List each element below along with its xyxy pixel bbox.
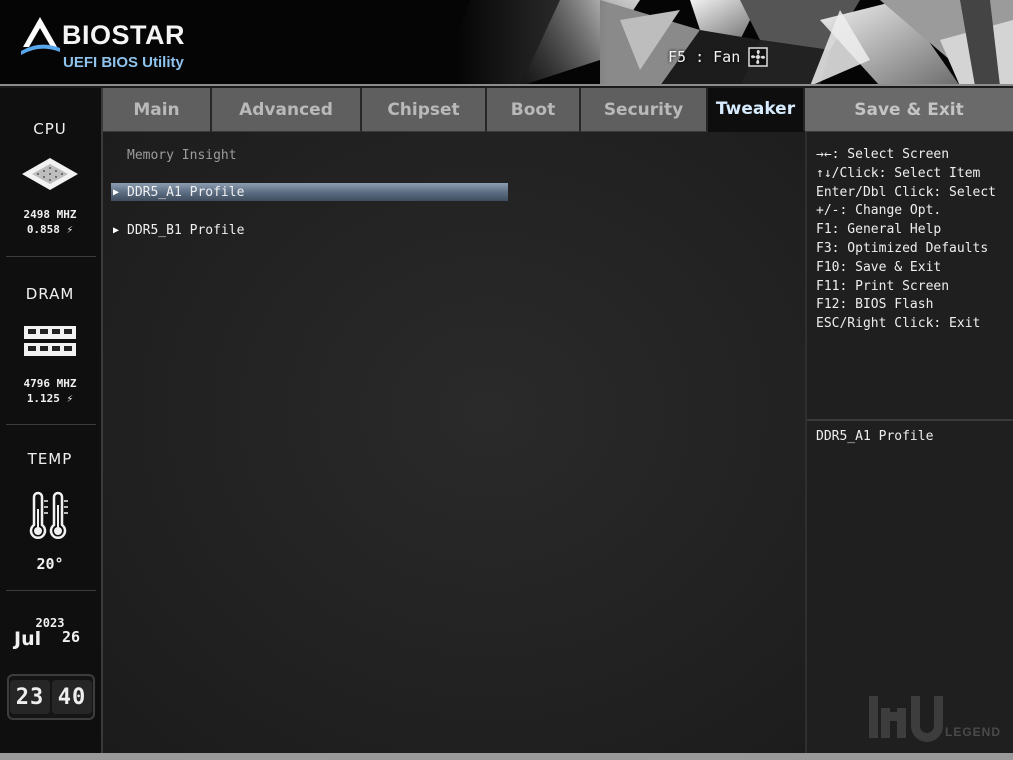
key-hint-select-item: ↑↓/Click: Select Item [816,165,981,181]
menu-item-label: DDR5_A1 Profile [127,184,245,200]
status-sidebar: CPU 2498 MHZ 0.858 ⚡ DRAM 4796 MHZ 1.125… [0,88,103,753]
tab-boot[interactable]: Boot [487,88,581,132]
cpu-title: CPU [33,120,67,138]
tab-tweaker[interactable]: Tweaker [708,88,805,132]
key-hint-general-help: F1: General Help [816,222,942,238]
header-divider [0,84,1013,86]
key-hint-select: Enter/Dbl Click: Select [816,184,997,200]
key-hint-exit: ESC/Right Click: Exit [816,316,981,332]
sidebar-divider [6,424,96,425]
clock-hours: 23 [10,680,50,714]
cpu-frequency: 2498 MHZ [23,208,77,221]
dram-voltage: 1.125 ⚡ [26,392,74,405]
help-divider [807,419,1013,421]
key-hint-optimized-defaults: F3: Optimized Defaults [816,240,989,256]
tab-security[interactable]: Security [581,88,708,132]
help-panel: →←: Select Screen ↑↓/Click: Select Item … [805,132,1013,753]
sidebar-divider [6,256,96,257]
section-heading: Memory Insight [127,148,237,163]
key-hint-change-opt: +/-: Change Opt. [816,203,942,219]
thermometer-icon [29,491,68,539]
dram-module-icon [24,326,76,356]
menu-item-label: DDR5_B1 Profile [127,222,245,238]
fan-shortcut-label: F5 : Fan [668,48,741,66]
temperature-value: 20° [36,555,64,573]
key-hint-print-screen: F11: Print Screen [816,278,950,294]
submenu-arrow-icon: ▶ [113,186,120,198]
submenu-arrow-icon: ▶ [113,224,120,236]
footer-divider [0,753,1013,760]
date-day: 26 [62,628,81,646]
key-hint-bios-flash: F12: BIOS Flash [816,297,934,313]
system-clock: 23 40 [7,674,95,720]
menu-item-ddr5-b1-profile[interactable]: ▶ DDR5_B1 Profile [111,221,508,239]
fan-icon[interactable] [748,47,768,67]
brand-name: BIOSTAR [62,20,185,50]
settings-panel: Memory Insight ▶ DDR5_A1 Profile ▶ DDR5_… [103,132,805,753]
tab-chipset[interactable]: Chipset [362,88,487,132]
tab-save-exit[interactable]: Save & Exit [805,88,1013,132]
watermark: LEGEND [867,692,1012,752]
key-legend: →←: Select Screen ↑↓/Click: Select Item … [816,146,996,334]
cpu-chip-icon [22,158,78,190]
fan-shortcut[interactable]: F5 : Fan [668,47,768,67]
brand-subtitle: UEFI BIOS Utility [63,54,184,71]
cpu-voltage: 0.858 ⚡ [26,223,74,236]
dram-frequency: 4796 MHZ [23,377,77,390]
item-description: DDR5_A1 Profile [816,429,934,444]
tab-main[interactable]: Main [103,88,212,132]
sidebar-divider [6,590,96,591]
key-hint-select-screen: →←: Select Screen [816,147,950,162]
temp-title: TEMP [27,450,73,468]
menu-item-ddr5-a1-profile[interactable]: ▶ DDR5_A1 Profile [111,183,508,201]
date-month: Jul [14,628,42,650]
menu-tabs: Main Advanced Chipset Boot Security Twea… [103,88,1013,132]
tab-advanced[interactable]: Advanced [212,88,362,132]
clock-minutes: 40 [52,680,92,714]
dram-title: DRAM [25,285,75,303]
key-hint-save-exit: F10: Save & Exit [816,259,942,275]
watermark-logo-icon [869,696,943,742]
watermark-text: LEGEND [945,725,1002,739]
bios-header: BIOSTAR UEFI BIOS Utility F5 : Fan [0,0,1013,86]
